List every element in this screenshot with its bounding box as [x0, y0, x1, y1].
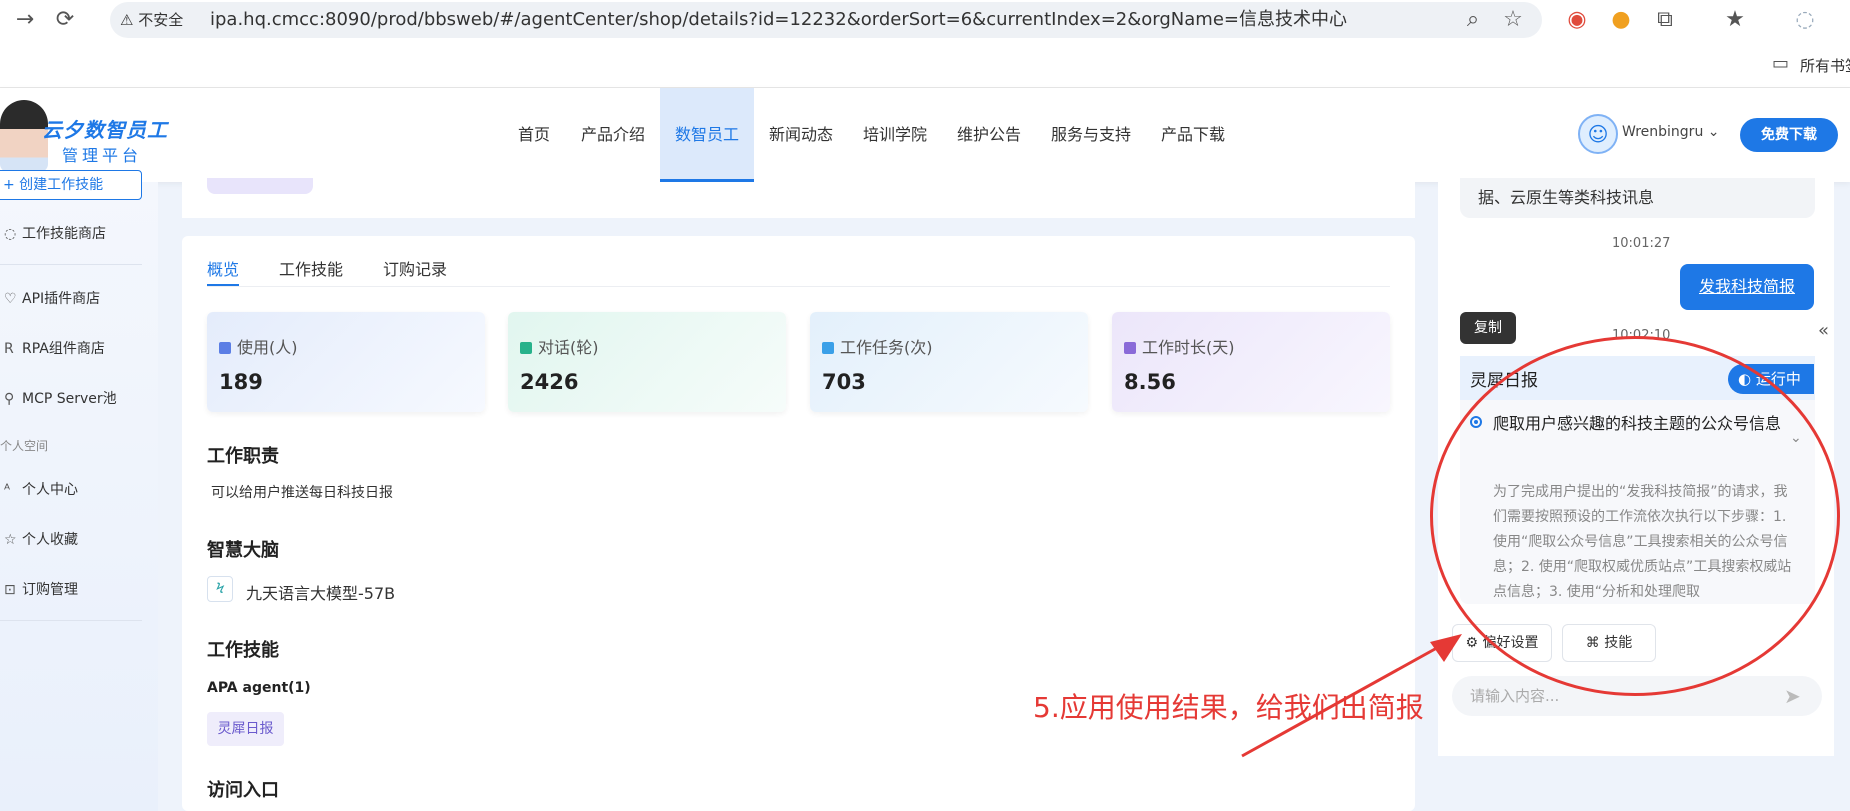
nav-download[interactable]: 产品下载	[1156, 88, 1230, 182]
chevron-down-icon: ⌄	[1707, 124, 1720, 140]
nav-maintenance[interactable]: 维护公告	[952, 88, 1026, 182]
user-message[interactable]: 发我科技简报	[1680, 264, 1814, 310]
sidebar-item-skill-store[interactable]: ◌ 工作技能商店	[4, 222, 106, 246]
collapse-icon[interactable]: «	[1818, 320, 1829, 341]
user-name-text: Wrenbingru	[1622, 124, 1704, 140]
stat-value: 2426	[520, 370, 579, 394]
sidebar-item-favorites[interactable]: ☆ 个人收藏	[4, 528, 78, 552]
extension-icon[interactable]: ◉	[1562, 2, 1592, 38]
sidebar-label: RPA组件商店	[22, 341, 105, 357]
digital-employee-avatar	[0, 100, 48, 172]
heart-icon: ♡	[4, 291, 17, 307]
stat-label: 工作时长(天)	[1142, 338, 1235, 357]
profile-icon[interactable]: ◌	[1790, 2, 1820, 38]
stat-value: 189	[219, 370, 263, 394]
sidebar-item-rpa-store[interactable]: R RPA组件商店	[4, 337, 105, 361]
stat-label: 对话(轮)	[538, 338, 599, 357]
stat-card-users: 使用(人) 189	[207, 312, 485, 412]
annotation-text: 5.应用使用结果，给我们出简报	[1033, 691, 1424, 724]
tab-orders[interactable]: 订购记录	[383, 256, 447, 286]
link-icon: ⚲	[4, 391, 15, 407]
sidebar-label: MCP Server池	[22, 391, 117, 407]
folder-icon[interactable]: ▭	[1772, 53, 1789, 74]
star-icon: ☆	[4, 532, 17, 548]
top-card	[182, 182, 1415, 218]
tab-divider	[207, 286, 1390, 287]
time-icon	[1124, 342, 1136, 354]
sidebar-label: API插件商店	[22, 291, 101, 307]
sidebar-item-orders[interactable]: ⊡ 订购管理	[4, 578, 78, 602]
sidebar-label: 订购管理	[22, 582, 78, 598]
nav-digital-employee[interactable]: 数智员工	[660, 88, 754, 182]
user-name[interactable]: Wrenbingru ⌄	[1622, 124, 1720, 140]
sidebar-label: 个人中心	[22, 482, 78, 498]
user-avatar[interactable]: ☺	[1578, 114, 1618, 154]
tab-skills[interactable]: 工作技能	[279, 256, 343, 286]
tab-overview[interactable]: 概览	[207, 256, 240, 286]
stat-value: 703	[822, 370, 866, 394]
brain-model: 九天语言大模型-57B	[246, 584, 396, 603]
nav-home[interactable]: 首页	[506, 88, 562, 182]
puzzle-icon[interactable]: ⧉	[1650, 2, 1680, 38]
nav-product-intro[interactable]: 产品介绍	[576, 88, 650, 182]
divider	[0, 264, 142, 265]
send-icon[interactable]: ➤	[1784, 684, 1801, 708]
stat-label: 使用(人)	[237, 338, 298, 357]
personal-space-label: 个人空间	[0, 439, 49, 453]
nav-training[interactable]: 培训学院	[858, 88, 932, 182]
url-text[interactable]: ipa.hq.cmcc:8090/prod/bbsweb/#/agentCent…	[210, 2, 1347, 38]
skill-group: APA agent(1)	[207, 680, 311, 696]
rpa-icon: R	[4, 341, 14, 357]
favorites-icon[interactable]: ★	[1720, 2, 1750, 38]
store-icon: ◌	[4, 226, 17, 242]
insecure-warning[interactable]: ⚠ 不安全	[120, 2, 183, 38]
users-icon	[219, 342, 231, 354]
timestamp: 10:01:27	[1612, 236, 1671, 251]
all-bookmarks-label[interactable]: 所有书签	[1800, 55, 1850, 76]
insecure-label: 不安全	[138, 11, 184, 29]
bookmark-star-icon[interactable]: ☆	[1498, 2, 1528, 38]
stat-card-tasks: 工作任务(次) 703	[810, 312, 1088, 412]
create-skill-button[interactable]: + 创建工作技能	[0, 170, 142, 200]
nav-service[interactable]: 服务与支持	[1046, 88, 1136, 182]
logo-title[interactable]: 云夕数智员工	[42, 114, 168, 143]
task-icon	[822, 342, 834, 354]
divider	[0, 620, 142, 621]
skill-title: 工作技能	[207, 640, 279, 661]
chat-icon	[520, 342, 532, 354]
duty-text: 可以给用户推送每日科技日报	[211, 485, 393, 501]
stat-card-dialogs: 对话(轮) 2426	[508, 312, 786, 412]
sidebar-item-personal-center[interactable]: ᴬ 个人中心	[4, 478, 78, 502]
bookmarks-bar	[0, 44, 1850, 88]
annotation-circle	[1430, 336, 1840, 696]
user-icon: ᴬ	[4, 482, 11, 498]
forward-icon[interactable]: →	[10, 2, 40, 38]
stat-card-hours: 工作时长(天) 8.56	[1112, 312, 1390, 412]
logo-subtitle: 管理平台	[62, 146, 143, 165]
stat-label: 工作任务(次)	[840, 338, 933, 357]
order-icon: ⊡	[4, 582, 16, 598]
sidebar-label: 工作技能商店	[22, 226, 106, 242]
previous-bot-message: 据、云原生等类科技讯息	[1460, 178, 1815, 218]
free-download-button[interactable]: 免费下载	[1740, 118, 1838, 152]
brain-title: 智慧大脑	[207, 540, 279, 561]
sidebar-item-mcp-pool[interactable]: ⚲ MCP Server池	[4, 387, 117, 411]
extension-icon-2[interactable]: ●	[1606, 2, 1636, 38]
skill-tag[interactable]: 灵犀日报	[207, 712, 284, 746]
stat-value: 8.56	[1124, 370, 1176, 394]
nav-news[interactable]: 新闻动态	[764, 88, 838, 182]
sidebar-label: 个人收藏	[22, 532, 78, 548]
duty-title: 工作职责	[207, 446, 279, 467]
model-logo-icon: Ϟ	[207, 576, 233, 602]
copy-tooltip[interactable]: 复制	[1460, 312, 1516, 344]
access-title: 访问入口	[207, 780, 279, 801]
reload-icon[interactable]: ⟳	[50, 2, 80, 38]
sidebar-item-api-store[interactable]: ♡ API插件商店	[4, 287, 100, 311]
zoom-icon[interactable]: ⌕	[1458, 2, 1488, 38]
top-pill	[207, 178, 313, 194]
